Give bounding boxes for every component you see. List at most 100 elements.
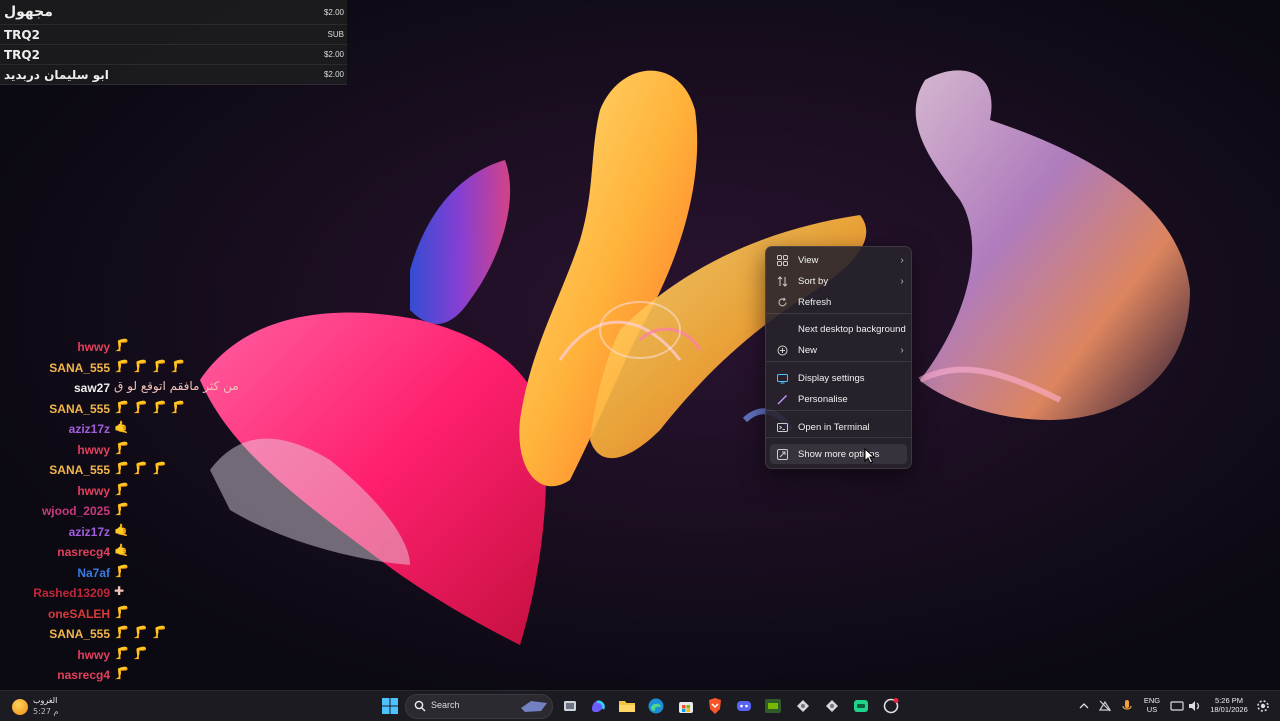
chat-message: Rashed13209 ✚ — [0, 584, 240, 605]
app-icon-4[interactable] — [882, 697, 900, 715]
grid-icon — [776, 254, 788, 266]
chat-username: aziz17z — [68, 422, 110, 436]
task-view-icon[interactable] — [561, 697, 579, 715]
chat-username: hwwy — [77, 340, 110, 354]
donation-row: ابو سليمان دربديد $2.00 — [0, 65, 347, 85]
chat-message: SANA_555 🦵 🦵 🦵 🦵 — [0, 359, 240, 380]
menu-item-personalise[interactable]: Personalise — [770, 389, 907, 409]
menu-item-sort-by[interactable]: Sort by › — [770, 271, 907, 291]
menu-item-label: New — [798, 344, 818, 356]
chat-message: hwwy 🦵 — [0, 338, 240, 359]
store-icon[interactable] — [677, 697, 695, 715]
chat-message: SANA_555 🦵 🦵 🦵 — [0, 625, 240, 646]
chat-message: nasrecg4 🤙 — [0, 543, 240, 564]
nvidia-icon[interactable] — [764, 697, 782, 715]
menu-item-label: Display settings — [798, 372, 865, 384]
chat-message: saw27 من كثر مافقم اتوقع لو ق — [0, 379, 240, 400]
donation-amount: SUB — [327, 30, 344, 39]
menu-item-open-in-terminal[interactable]: Open in Terminal — [770, 417, 907, 437]
chat-username: SANA_555 — [49, 360, 110, 375]
chat-text: 🦵 🦵 🦵 — [114, 461, 167, 475]
chat-message: aziz17z 🤙 — [0, 420, 240, 441]
windows-start-icon[interactable] — [381, 697, 399, 715]
mouse-cursor-icon — [864, 448, 876, 464]
menu-separator — [766, 361, 911, 362]
chat-username: nasrecg4 — [57, 545, 110, 559]
taskbar-search-box[interactable]: Search — [405, 694, 553, 719]
menu-item-label: Refresh — [798, 296, 832, 308]
chevron-right-icon: › — [900, 275, 904, 287]
display-icon[interactable] — [1170, 699, 1184, 713]
refresh-icon — [776, 296, 788, 308]
donation-row: مجهول $2.00 — [0, 0, 347, 25]
copilot-icon[interactable] — [589, 697, 607, 715]
brave-icon[interactable] — [706, 697, 724, 715]
menu-separator — [766, 410, 911, 411]
menu-item-refresh[interactable]: Refresh — [770, 292, 907, 312]
chat-username: saw27 — [73, 381, 110, 395]
discord-icon[interactable] — [735, 697, 753, 715]
microphone-icon[interactable] — [1121, 699, 1133, 713]
chat-message: SANA_555 🦵 🦵 🦵 🦵 — [0, 400, 240, 421]
donation-amount: $2.00 — [323, 7, 344, 17]
chevron-right-icon: › — [900, 254, 904, 266]
menu-item-label: Sort by — [798, 275, 829, 287]
chat-username: nasrecg4 — [57, 668, 110, 682]
donor-name: TRQ2 — [4, 27, 40, 42]
menu-item-view[interactable]: View › — [770, 250, 907, 270]
chat-message: SANA_555 🦵 🦵 🦵 — [0, 461, 240, 482]
volume-icon[interactable] — [1187, 699, 1201, 713]
menu-item-new[interactable]: New › — [770, 340, 907, 360]
chat-message: hwwy 🦵 — [0, 482, 240, 503]
file-explorer-icon[interactable] — [618, 697, 636, 715]
chat-username: aziz17z — [68, 524, 110, 539]
new-icon — [776, 344, 788, 356]
menu-item-show-more-options[interactable]: Show more options — [770, 444, 907, 464]
chat-text: 🦵 🦵 — [114, 645, 148, 660]
menu-item-label: View — [798, 254, 819, 266]
chat-text: 🦵 — [114, 338, 129, 352]
menu-item-next-desktop-background[interactable]: Next desktop background — [770, 319, 907, 339]
donation-row: TRQ2 $2.00 — [0, 45, 347, 65]
chat-text: 🦵 🦵 🦵 🦵 — [114, 399, 186, 414]
app-icon-2[interactable] — [823, 697, 841, 715]
chat-username: SANA_555 — [49, 627, 110, 641]
chat-username: wjood_2025 — [41, 504, 110, 518]
chevron-up-icon[interactable] — [1078, 701, 1090, 711]
weather-time: 5:27 م — [33, 707, 59, 716]
chat-username: Na7af — [77, 565, 110, 580]
taskbar: الغروب 5:27 م Search ENG US 5:26 PM 18/0… — [0, 690, 1280, 721]
menu-item-icon-placeholder — [776, 323, 788, 335]
chat-username: hwwy — [77, 647, 110, 662]
donation-row: TRQ2 SUB — [0, 25, 347, 45]
menu-item-label: Open in Terminal — [798, 421, 870, 433]
donor-name: TRQ2 — [4, 47, 40, 62]
language-indicator[interactable]: ENG US — [1140, 696, 1164, 714]
search-highlight-icon — [521, 701, 547, 712]
more-options-icon — [776, 448, 788, 460]
app-icon-1[interactable] — [794, 697, 812, 715]
chat-text: ✚ — [114, 584, 125, 598]
chat-text: 🦵 🦵 🦵 — [114, 625, 167, 639]
menu-item-display-settings[interactable]: Display settings — [770, 368, 907, 388]
weather-widget[interactable]: الغروب 5:27 م — [12, 695, 72, 717]
clock[interactable]: 5:26 PM 18/01/2026 — [1205, 696, 1253, 714]
chat-message: Na7af 🦵 — [0, 564, 240, 585]
chat-username: oneSALEH — [47, 606, 110, 621]
notifications-icon[interactable] — [1256, 699, 1270, 713]
network-off-icon[interactable] — [1098, 699, 1112, 713]
chat-text: 🦵 — [114, 502, 129, 516]
clock-date: 18/01/2026 — [1210, 705, 1248, 714]
chat-username: SANA_555 — [49, 463, 110, 477]
weather-sun-icon — [12, 699, 28, 715]
desktop-context-menu: View › Sort by › Refresh Next desktop backgro… — [765, 246, 912, 469]
chat-message: aziz17z 🤙 — [0, 523, 240, 544]
chat-text: 🤙 — [114, 420, 129, 434]
display-icon — [776, 372, 788, 384]
edge-icon[interactable] — [647, 697, 665, 715]
app-icon-3[interactable] — [852, 697, 870, 715]
chat-text: 🤙 — [114, 522, 129, 537]
language-code: ENG — [1143, 696, 1161, 705]
donation-amount: $2.00 — [323, 70, 344, 79]
chevron-right-icon: › — [900, 344, 904, 356]
